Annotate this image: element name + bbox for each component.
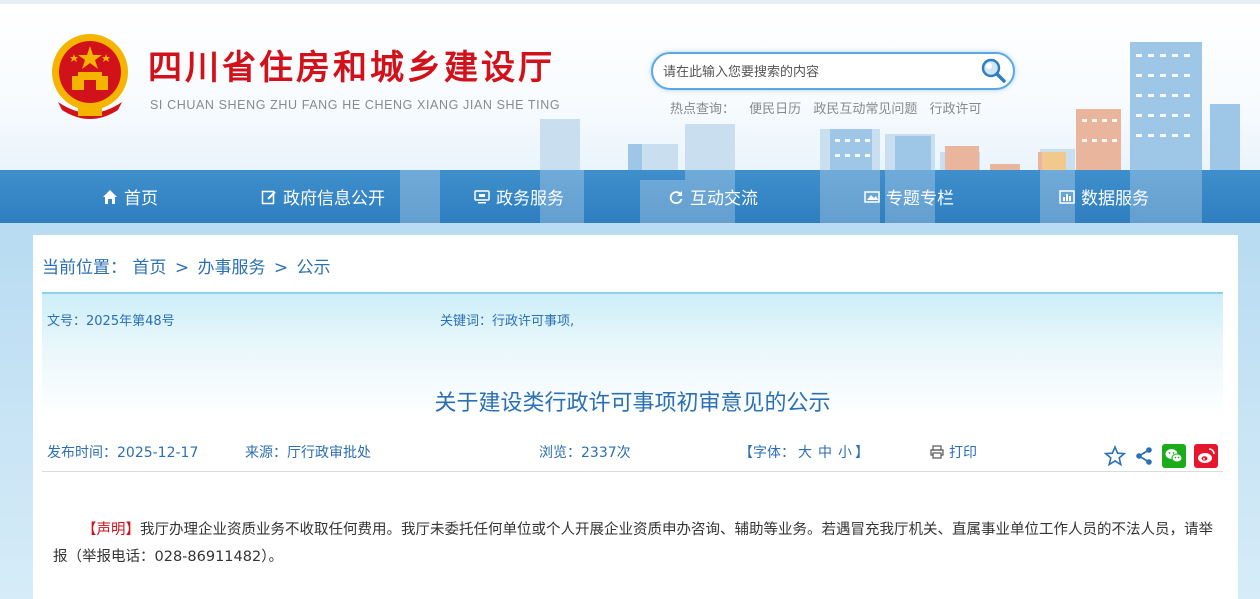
chart-icon [1059,189,1075,204]
hot-search-label: 热点查询： [670,102,736,117]
search-icon[interactable] [979,57,1007,85]
hot-search-row: 热点查询： 便民日历 政民互动常见问题 行政许可 [670,98,989,117]
nav-label: 专题专栏 [886,189,954,209]
monitor-icon [474,189,490,203]
breadcrumb: 当前位置： 首页 > 办事服务 > 公示 [42,253,331,278]
hot-link-calendar[interactable]: 便民日历 [749,102,801,117]
home-icon [103,189,117,204]
main-nav: 首页 政府信息公开 政务服务 互动交流 专题专栏 数据服务 [0,170,1260,223]
view-count: 浏览：2337次 [539,445,631,461]
article-info-panel: 文号：2025年第48号 关键词：行政许可事项, 关于建设类行政许可事项初审意见… [42,292,1223,472]
print-button[interactable]: 打印 [930,442,977,462]
site-header: 四川省住房和城乡建设厅 SI CHUAN SHENG ZHU FANG HE C… [0,0,1260,170]
nav-item-home[interactable]: 首页 [102,170,158,223]
breadcrumb-sep: > [273,258,289,278]
star-favorite-icon[interactable] [1104,445,1126,467]
nav-label: 首页 [124,189,158,209]
nav-label: 政务服务 [496,189,564,209]
keywords: 关键词：行政许可事项, [440,314,575,329]
article-title: 关于建设类行政许可事项初审意见的公示 [434,391,831,416]
nav-item-special-topics[interactable]: 专题专栏 [864,170,954,223]
disclaimer-label: 【声明】 [82,522,140,538]
nav-label: 数据服务 [1081,189,1149,209]
disclaimer-notice: 【声明】我厅办理企业资质业务不收取任何费用。我厅未委托任何单位或个人开展企业资质… [53,517,1218,571]
breadcrumb-home[interactable]: 首页 [132,258,166,278]
print-label: 打印 [949,445,977,461]
doc-number: 文号：2025年第48号 [47,314,175,329]
printer-icon [930,445,944,459]
hot-link-permit[interactable]: 行政许可 [929,102,981,117]
share-icon[interactable] [1134,446,1154,466]
article-source: 来源：厅行政审批处 [245,445,371,461]
site-pinyin: SI CHUAN SHENG ZHU FANG HE CHENG XIANG J… [150,98,561,112]
edit-icon [261,190,276,204]
breadcrumb-sep: > [174,258,190,278]
share-icons [1104,444,1226,468]
nav-item-interaction[interactable]: 互动交流 [668,170,758,223]
font-size-label: 【字体： [739,445,795,461]
site-title: 四川省住房和城乡建设厅 [148,48,555,88]
font-size-small[interactable]: 小 [838,445,852,461]
nav-item-data-services[interactable]: 数据服务 [1059,170,1149,223]
publish-date: 发布时间：2025-12-17 [47,445,199,461]
font-size-large[interactable]: 大 [798,445,812,461]
nav-label: 互动交流 [690,189,758,209]
national-emblem-icon [52,34,128,119]
search-input[interactable] [663,62,963,82]
wechat-icon[interactable] [1162,444,1186,468]
nav-item-gov-services[interactable]: 政务服务 [474,170,564,223]
weibo-icon[interactable] [1194,444,1218,468]
font-size-close: 】 [855,445,869,461]
hot-link-faq[interactable]: 政民互动常见问题 [813,102,917,117]
breadcrumb-label: 当前位置： [42,258,127,278]
refresh-icon [669,190,683,204]
nav-label: 政府信息公开 [283,189,385,209]
image-icon [864,190,880,203]
nav-item-gov-info[interactable]: 政府信息公开 [261,170,385,223]
disclaimer-text: 我厅办理企业资质业务不收取任何费用。我厅未委托任何单位或个人开展企业资质申办咨询… [53,522,1213,565]
content-panel: 当前位置： 首页 > 办事服务 > 公示 文号：2025年第48号 关键词：行政… [33,235,1238,599]
font-size-controls: 【字体：大中小】 [739,442,869,462]
breadcrumb-services[interactable]: 办事服务 [197,258,265,278]
font-size-medium[interactable]: 中 [818,445,832,461]
search-box [651,52,1015,90]
breadcrumb-notice[interactable]: 公示 [297,258,331,278]
